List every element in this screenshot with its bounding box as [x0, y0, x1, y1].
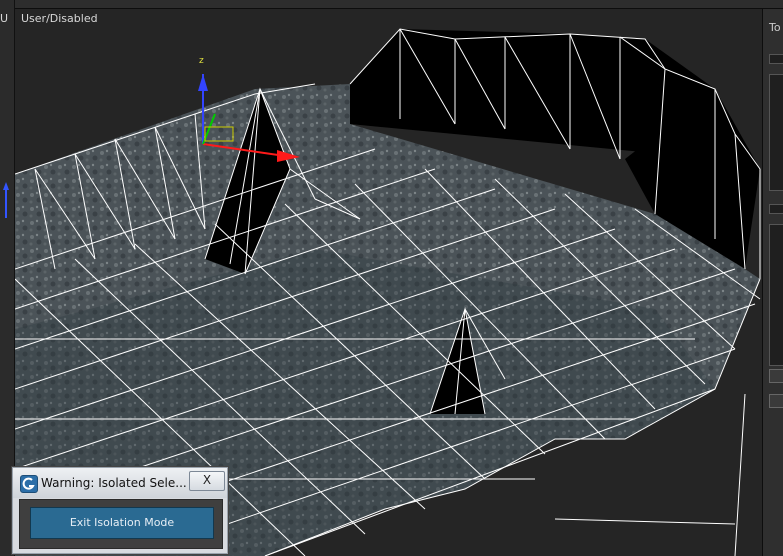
dialog-title: Warning: Isolated Sele...	[41, 476, 187, 490]
dialog-titlebar[interactable]: Warning: Isolated Sele... X	[13, 468, 227, 498]
viewport-label[interactable]: User/Disabled	[21, 12, 98, 25]
panel-stack-box[interactable]	[769, 224, 783, 366]
panel-field-2[interactable]	[769, 204, 783, 214]
isolation-warning-dialog: Warning: Isolated Sele... X Exit Isolati…	[12, 467, 228, 554]
panel-button-1[interactable]	[769, 369, 783, 383]
panel-field-1[interactable]	[769, 54, 783, 64]
side-axis-tripod-icon	[3, 182, 9, 218]
side-viewport-label: U	[0, 12, 9, 25]
panel-button-2[interactable]	[769, 394, 783, 408]
exit-isolation-mode-button[interactable]: Exit Isolation Mode	[30, 507, 214, 539]
command-panel: To	[762, 9, 783, 556]
dialog-close-button[interactable]: X	[189, 471, 225, 491]
panel-list-box[interactable]	[769, 74, 783, 191]
app-logo-icon	[20, 475, 38, 493]
dialog-body: Exit Isolation Mode	[19, 499, 223, 549]
top-toolbar	[14, 0, 783, 9]
panel-tab-label[interactable]: To	[769, 21, 781, 34]
gizmo-z-label: z	[199, 56, 204, 66]
